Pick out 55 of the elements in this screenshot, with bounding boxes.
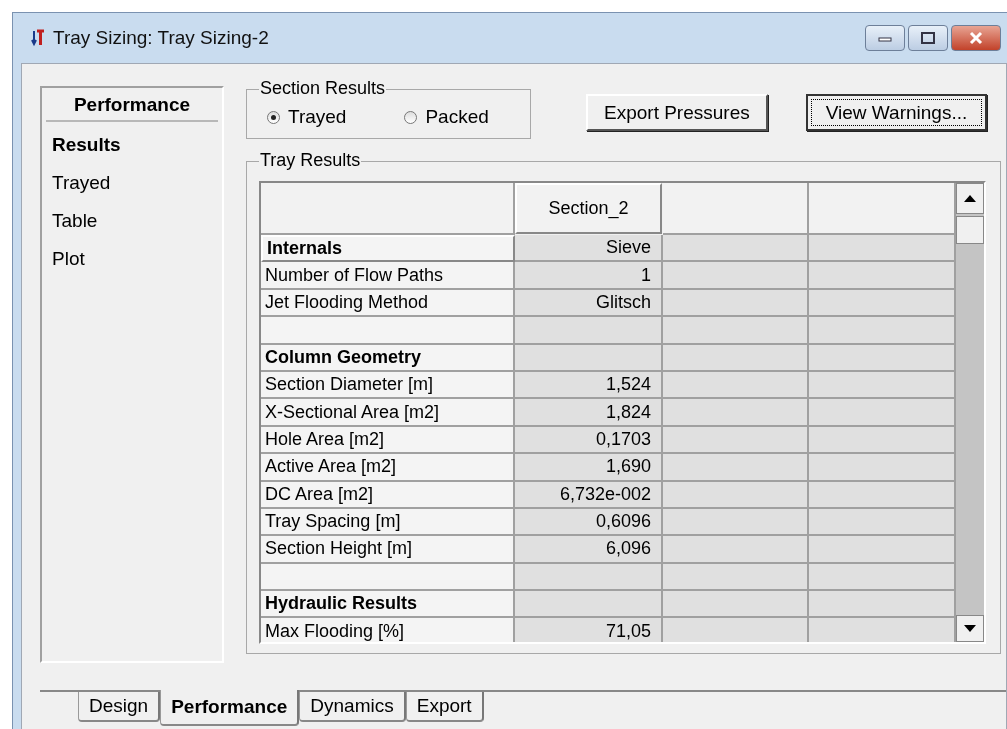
scrollbar[interactable] — [956, 183, 984, 642]
sidebar-item[interactable]: Trayed — [46, 164, 218, 202]
row-label: Jet Flooding Method — [261, 289, 515, 318]
scroll-down-button[interactable] — [956, 615, 984, 642]
minimize-icon — [878, 34, 892, 42]
table-cell: 1,524 — [515, 371, 663, 400]
row-label: Max Flooding [%] — [261, 618, 515, 642]
minimize-button[interactable] — [865, 25, 905, 51]
up-arrow-icon — [964, 195, 976, 202]
close-button[interactable] — [951, 25, 1001, 51]
radio-button[interactable] — [267, 110, 280, 124]
window-title: Tray Sizing: Tray Sizing-2 — [53, 27, 269, 49]
group-label: Internals — [261, 235, 515, 263]
table-cell: 1,824 — [515, 399, 663, 427]
tray-app-icon — [31, 29, 45, 47]
table-cell: 0,1703 — [515, 426, 663, 455]
radio-option[interactable]: Trayed — [267, 106, 347, 128]
warnings-button[interactable]: View Warnings... — [805, 94, 988, 131]
row-label: Hole Area [m2] — [261, 426, 515, 455]
radio-option[interactable]: Packed — [404, 106, 489, 128]
sidebar-title: Performance — [46, 94, 218, 122]
row-label: Active Area [m2] — [261, 454, 515, 482]
group-title: Tray Results — [259, 150, 362, 171]
table-cell: 71,05 — [515, 618, 663, 642]
table-cell: 1 — [515, 262, 663, 290]
down-arrow-icon — [964, 625, 976, 632]
scroll-thumb[interactable] — [956, 216, 984, 244]
close-icon — [968, 31, 984, 45]
row-label: Tray Spacing [m] — [261, 508, 515, 537]
table-cell: Sieve — [515, 235, 663, 263]
maximize-button[interactable] — [908, 25, 948, 51]
row-label: Section Height [m] — [261, 536, 515, 564]
export-button[interactable]: Export Pressures — [586, 94, 768, 131]
table-cell: Glitsch — [515, 289, 663, 318]
row-label: Number of Flow Paths — [261, 262, 515, 290]
table-cell: 1,690 — [515, 454, 663, 482]
tab[interactable]: Export — [405, 692, 484, 722]
group-label: Hydraulic Results — [261, 591, 515, 619]
row-label: DC Area [m2] — [261, 481, 515, 509]
table-cell: 6,732e-002 — [515, 481, 663, 509]
radio-button[interactable] — [404, 110, 418, 124]
maximize-icon — [921, 32, 935, 44]
tab[interactable]: Design — [78, 692, 161, 722]
sidebar-item[interactable]: Plot — [46, 240, 218, 278]
sidebar-item[interactable]: Table — [46, 202, 218, 240]
row-label: Section Diameter [m] — [261, 371, 515, 400]
column-header[interactable]: Section_2 — [515, 183, 662, 234]
row-label: X-Sectional Area [m2] — [261, 399, 515, 427]
sidebar-item[interactable]: Results — [46, 126, 218, 164]
table-cell: 0,6096 — [515, 508, 663, 537]
scroll-up-button[interactable] — [956, 183, 984, 214]
table-cell: 6,096 — [515, 536, 663, 564]
tab[interactable]: Performance — [160, 690, 300, 726]
tab[interactable]: Dynamics — [299, 692, 406, 722]
group-label: Column Geometry — [261, 344, 515, 372]
